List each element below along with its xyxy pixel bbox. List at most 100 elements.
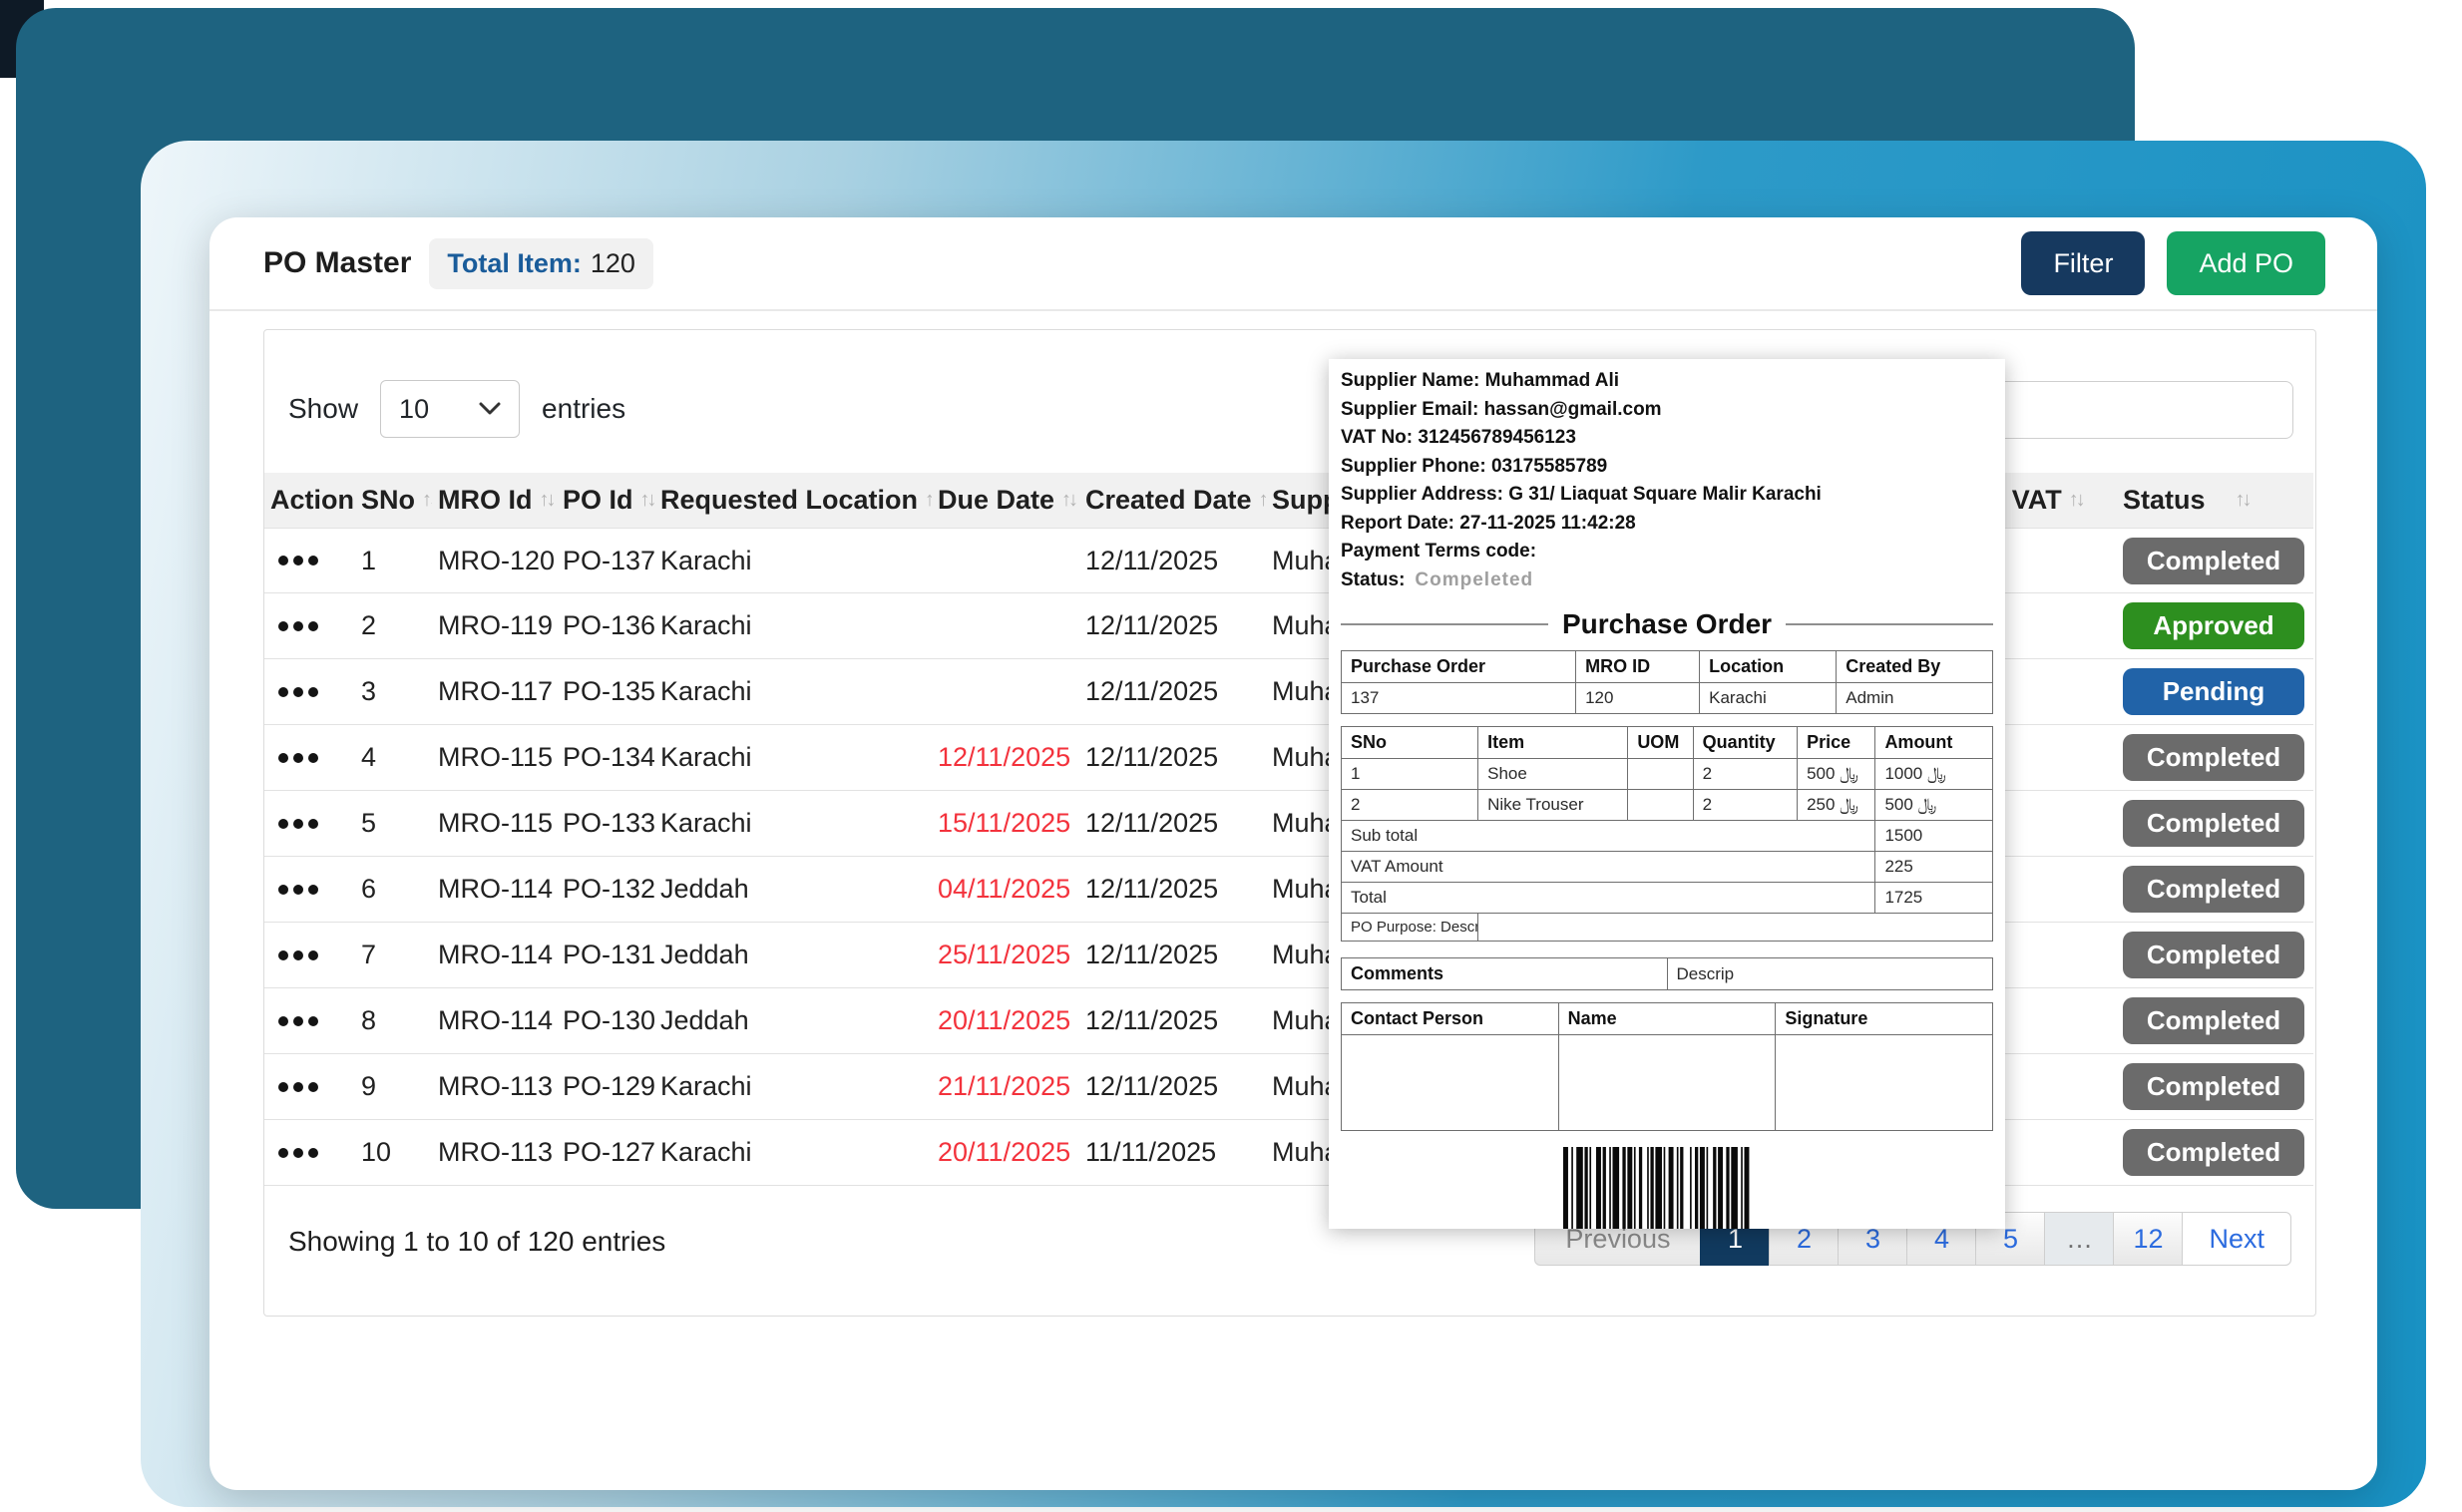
- row-po-id: PO-129: [557, 1071, 654, 1102]
- table-row: 8MRO-114PO-130Jeddah20/11/202512/11/2025…: [264, 988, 2313, 1054]
- row-actions-menu-icon[interactable]: [270, 1082, 355, 1092]
- pagination-next[interactable]: Next: [2182, 1212, 2291, 1266]
- column-header-created-date[interactable]: Created Date↑↓: [1079, 485, 1266, 516]
- row-location: Karachi: [654, 742, 932, 773]
- column-header-due-date[interactable]: Due Date ↑↓: [932, 485, 1079, 516]
- signature-header: Contact Person: [1342, 1003, 1559, 1035]
- po-items-table: SNoItemUOMQuantityPriceAmount1Shoe2500 ﷼…: [1341, 726, 1993, 942]
- status-badge: Completed: [2123, 866, 2304, 913]
- column-header-status[interactable]: Status↑↓: [2117, 485, 2313, 516]
- row-actions-menu-icon[interactable]: [270, 556, 355, 566]
- row-po-id: PO-135: [557, 676, 654, 707]
- row-actions-menu-icon[interactable]: [270, 621, 355, 631]
- po-purpose-label: PO Purpose: Descrip: [1342, 914, 1478, 942]
- column-label: Requested Location: [660, 485, 918, 516]
- row-sno: 6: [355, 874, 432, 905]
- column-label: Status: [2123, 485, 2206, 516]
- row-po-id: PO-131: [557, 940, 654, 970]
- supplier-info-value: G 31/ Liaquat Square Malir Karachi: [1503, 484, 1822, 505]
- row-actions-menu-icon[interactable]: [270, 1148, 355, 1158]
- row-location: Karachi: [654, 1137, 932, 1168]
- column-header-mro-id[interactable]: MRO Id↑↓: [432, 485, 557, 516]
- column-label: Due Date: [938, 485, 1054, 516]
- row-action-cell: [264, 819, 355, 829]
- row-created-date: 12/11/2025: [1079, 676, 1266, 707]
- card-header: PO Master Total Item: 120 Filter Add PO: [209, 217, 2377, 311]
- supplier-info-line: Supplier Address: G 31/ Liaquat Square M…: [1341, 481, 1993, 510]
- total-item-badge: Total Item: 120: [429, 238, 653, 289]
- column-header-action[interactable]: Action↑↓: [264, 485, 355, 516]
- row-actions-menu-icon[interactable]: [270, 819, 355, 829]
- row-created-date: 12/11/2025: [1079, 1071, 1266, 1102]
- row-location: Karachi: [654, 808, 932, 839]
- table-row: 10MRO-113PO-127Karachi20/11/202511/11/20…: [264, 1120, 2313, 1186]
- supplier-info-value: 03175585789: [1486, 456, 1608, 477]
- add-po-button[interactable]: Add PO: [2167, 231, 2325, 295]
- row-mro-id: MRO-120: [432, 546, 557, 576]
- row-created-date: 12/11/2025: [1079, 546, 1266, 576]
- row-due-date: 25/11/2025: [932, 940, 1079, 970]
- row-actions-menu-icon[interactable]: [270, 885, 355, 895]
- supplier-info-line: VAT No: 312456789456123: [1341, 424, 1993, 453]
- row-status: Completed: [2117, 1063, 2313, 1110]
- status-badge: Completed: [2123, 1063, 2304, 1110]
- item-cell: 500 ﷼: [1875, 790, 1993, 821]
- row-location: Karachi: [654, 546, 932, 576]
- row-po-id: PO-136: [557, 610, 654, 641]
- row-sno: 9: [355, 1071, 432, 1102]
- row-actions-menu-icon[interactable]: [270, 687, 355, 697]
- po-purpose-value: [1478, 914, 1993, 942]
- title-rule-right: [1786, 623, 1993, 625]
- row-created-date: 12/11/2025: [1079, 874, 1266, 905]
- summary-label: Sub total: [1342, 821, 1875, 852]
- signature-empty-cell: [1776, 1035, 1993, 1131]
- items-header: Amount: [1875, 727, 1993, 759]
- item-cell: 2: [1693, 759, 1797, 790]
- row-po-id: PO-133: [557, 808, 654, 839]
- row-sno: 3: [355, 676, 432, 707]
- signature-header: Signature: [1776, 1003, 1993, 1035]
- item-cell: 1: [1342, 759, 1478, 790]
- row-actions-menu-icon[interactable]: [270, 950, 355, 960]
- row-po-id: PO-137: [557, 546, 654, 576]
- page-size-select[interactable]: 10: [380, 380, 520, 438]
- row-sno: 8: [355, 1005, 432, 1036]
- showing-entries-text: Showing 1 to 10 of 120 entries: [288, 1226, 665, 1258]
- po-document-title: Purchase Order: [1562, 608, 1772, 640]
- item-cell: 250 ﷼: [1798, 790, 1875, 821]
- row-location: Karachi: [654, 610, 932, 641]
- row-location: Karachi: [654, 1071, 932, 1102]
- column-header-requested-location[interactable]: Requested Location↑↓: [654, 485, 932, 516]
- sort-icon: ↑↓: [1061, 489, 1075, 512]
- pagination-page-12[interactable]: 12: [2113, 1212, 2183, 1266]
- status-badge: Completed: [2123, 997, 2304, 1044]
- purchase-order-preview: Supplier Name: Muhammad AliSupplier Emai…: [1329, 359, 2005, 1229]
- supplier-info-label: Report Date:: [1341, 513, 1454, 534]
- summary-label: Total: [1342, 883, 1875, 914]
- signature-empty-cell: [1342, 1035, 1559, 1131]
- item-cell: 500 ﷼: [1798, 759, 1875, 790]
- row-action-cell: [264, 621, 355, 631]
- row-action-cell: [264, 885, 355, 895]
- item-cell: Nike Trouser: [1478, 790, 1628, 821]
- pagination-ellipsis: …: [2044, 1212, 2114, 1266]
- row-status: Completed: [2117, 538, 2313, 584]
- row-sno: 10: [355, 1137, 432, 1168]
- row-actions-menu-icon[interactable]: [270, 753, 355, 763]
- page-title: PO Master: [263, 246, 411, 280]
- row-action-cell: [264, 1148, 355, 1158]
- po-table: Action↑↓SNo↑↓MRO Id↑↓PO Id↑↓Requested Lo…: [264, 473, 2313, 1186]
- supplier-info-line: Supplier Name: Muhammad Ali: [1341, 367, 1993, 396]
- title-rule-left: [1341, 623, 1548, 625]
- column-header-sno[interactable]: SNo↑↓: [355, 485, 432, 516]
- column-header-po-id[interactable]: PO Id↑↓: [557, 485, 654, 516]
- status-badge: Completed: [2123, 734, 2304, 781]
- supplier-info-line: Payment Terms code:: [1341, 538, 1993, 567]
- filter-button[interactable]: Filter: [2021, 231, 2145, 295]
- row-action-cell: [264, 556, 355, 566]
- row-status: Completed: [2117, 800, 2313, 847]
- total-item-value: 120: [591, 248, 635, 279]
- info-value: Admin: [1837, 683, 1993, 714]
- info-header: Created By: [1837, 651, 1993, 683]
- row-actions-menu-icon[interactable]: [270, 1016, 355, 1026]
